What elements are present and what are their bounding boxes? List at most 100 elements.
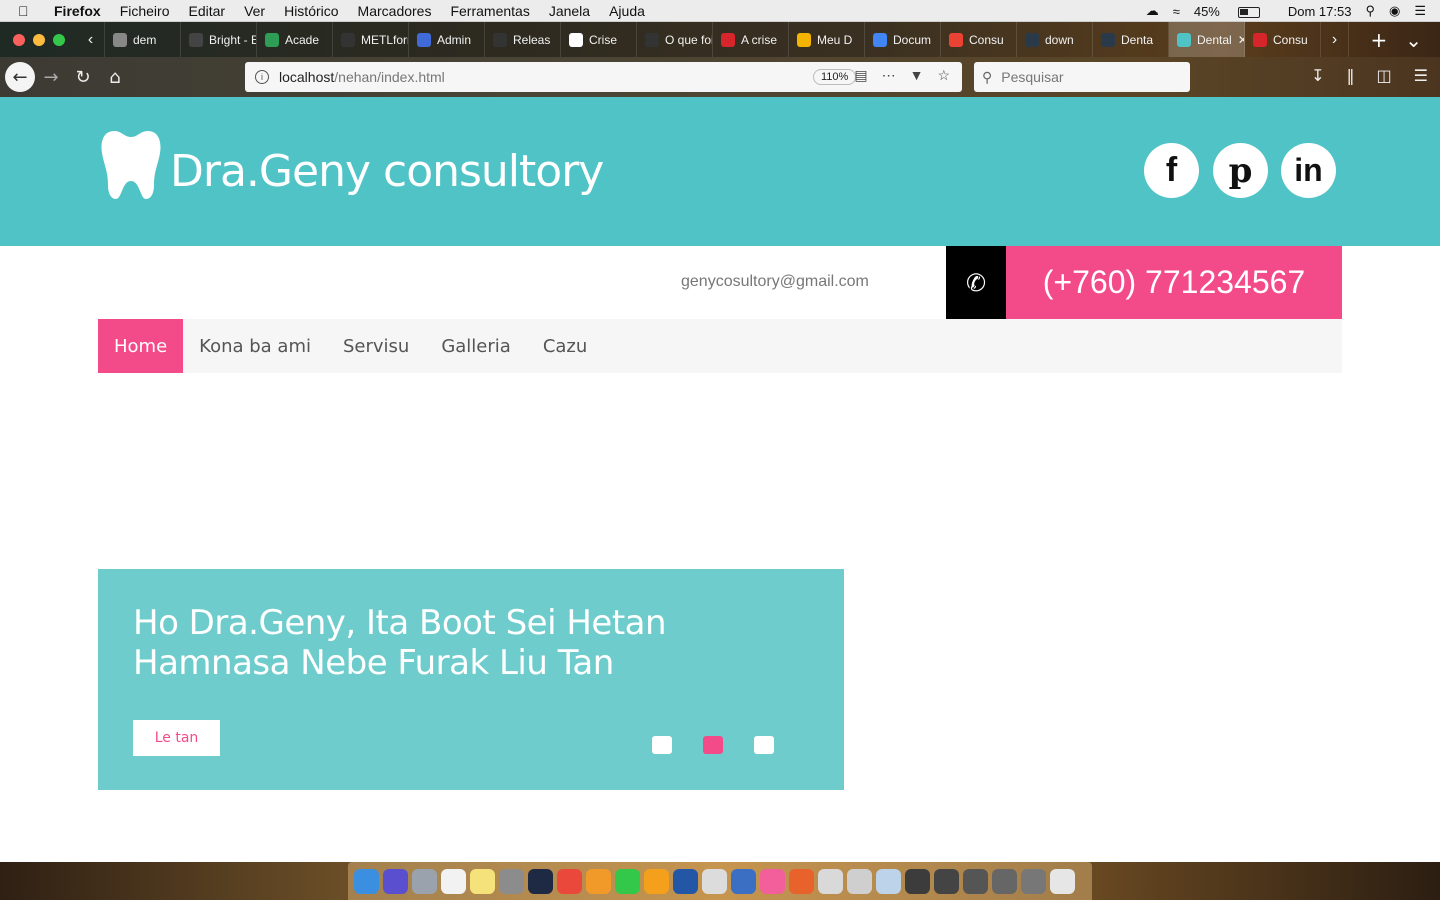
tabs-scroll-left-icon[interactable]: ‹ [77,22,105,57]
clock[interactable]: Dom 17:53 [1288,4,1352,19]
bitbucket-icon[interactable] [528,868,553,894]
browser-tab[interactable]: Dental ✕ [1169,22,1245,57]
battery-status[interactable]: 45% [1194,4,1274,19]
screenshot-3-icon[interactable] [963,868,988,894]
siri-icon[interactable]: ◉ [1389,3,1400,19]
vlc-icon[interactable] [644,868,669,894]
tab-favicon-icon [189,32,203,47]
menu-item-tools[interactable]: Ferramentas [450,3,529,19]
finder-icon[interactable] [354,868,379,894]
search-bar[interactable]: ⚲ Pesquisar [974,62,1190,92]
mysql-workbench-icon[interactable] [673,868,698,894]
menu-item-file[interactable]: Ficheiro [120,3,170,19]
browser-tab[interactable]: Consu [941,22,1017,57]
zoom-indicator[interactable]: 110% [813,69,857,85]
menu-item-help[interactable]: Ajuda [609,3,645,19]
spotlight-icon[interactable]: ⚲ [1365,3,1375,19]
slider-dot-3[interactable] [754,736,774,754]
reload-button[interactable]: ↻ [67,61,99,93]
nav-item-gallery[interactable]: Galleria [425,319,527,373]
read-more-button[interactable]: Le tan [133,720,220,756]
browser-tab[interactable]: O que foi [637,22,713,57]
calendar-icon[interactable] [441,868,466,894]
close-window-icon[interactable] [13,33,25,46]
browser-tab[interactable]: down [1017,22,1093,57]
itunes-icon[interactable] [760,868,785,894]
site-logo[interactable]: Dra.Geny consultory [100,129,604,201]
browser-tab[interactable]: Consu [1245,22,1321,57]
document-icon[interactable] [818,868,843,894]
browser-tab[interactable]: Crise [561,22,637,57]
sublime-text-icon[interactable] [586,868,611,894]
browser-tab[interactable]: Meu D [789,22,865,57]
nav-item-cases[interactable]: Cazu [527,319,603,373]
network-app-icon[interactable] [731,868,756,894]
minimize-window-icon[interactable] [33,33,45,46]
browser-tab[interactable]: Acade [257,22,333,57]
tab-list-chevron-icon[interactable]: ⌄ [1405,28,1422,52]
screenshot-4-icon[interactable] [992,868,1017,894]
back-button[interactable]: ← [5,62,35,92]
forward-button[interactable]: → [35,61,67,93]
reader-view-icon[interactable]: ▤ [854,67,867,84]
contact-phone[interactable]: (+760) 771234567 [1006,246,1342,319]
nav-item-about[interactable]: Kona ba ami [183,319,327,373]
launchpad-icon[interactable] [412,868,437,894]
tooth-app-icon[interactable] [702,868,727,894]
slider-dot-1[interactable] [652,736,672,754]
green-app-icon[interactable] [615,868,640,894]
browser-tab[interactable]: A crise [713,22,789,57]
bookmark-star-icon[interactable]: ☆ [937,67,950,84]
site-info-icon[interactable]: i [255,70,269,84]
siri-dock-icon[interactable] [383,868,408,894]
url-bar-actions: ▤ ⋯ ▼ ☆ [854,67,950,84]
preview-icon[interactable] [847,868,872,894]
new-tab-icon[interactable]: + [1370,28,1387,52]
home-button[interactable]: ⌂ [99,61,131,93]
chrome-icon[interactable] [557,868,582,894]
library-icon[interactable]: ‖ [1347,66,1355,85]
pocket-icon[interactable]: ▼ [910,67,924,84]
hamburger-menu-icon[interactable]: ☰ [1414,66,1428,85]
menu-item-bookmarks[interactable]: Marcadores [358,3,432,19]
browser-tab[interactable]: Docum [865,22,941,57]
menu-item-edit[interactable]: Editar [188,3,225,19]
menu-item-window[interactable]: Janela [549,3,590,19]
sidebar-icon[interactable]: ◫ [1377,66,1392,85]
menu-app-name[interactable]: Firefox [54,3,101,19]
trash-icon[interactable] [1050,868,1075,894]
page-actions-icon[interactable]: ⋯ [882,67,896,84]
slider-dot-2[interactable] [703,736,723,754]
cloud-icon[interactable]: ☁ [1146,3,1159,19]
browser-tab[interactable]: Denta [1093,22,1169,57]
screenshot-2-icon[interactable] [934,868,959,894]
site-header: Dra.Geny consultory f p in [0,97,1440,246]
downloads-icon[interactable]: ↧ [1311,66,1324,85]
screenshot-icon[interactable] [905,868,930,894]
menu-item-history[interactable]: Histórico [284,3,338,19]
zoom-window-icon[interactable] [53,33,65,46]
url-bar[interactable]: i localhost/nehan/index.html 110% ▤ ⋯ ▼ … [245,62,962,92]
system-preferences-icon[interactable] [499,868,524,894]
browser-tab[interactable]: dem [105,22,181,57]
file-icon[interactable] [876,868,901,894]
browser-tab[interactable]: Bright - Ed [181,22,257,57]
notes-icon[interactable] [470,868,495,894]
browser-tab[interactable]: Admin [409,22,485,57]
nav-item-services[interactable]: Servisu [327,319,425,373]
facebook-icon[interactable]: f [1144,143,1199,198]
notification-center-icon[interactable]: ☰ [1414,3,1426,19]
tabs-scroll-right-icon[interactable]: › [1321,22,1349,57]
linkedin-icon[interactable]: in [1281,143,1336,198]
nav-item-home[interactable]: Home [98,319,184,373]
browser-tab[interactable]: Releas [485,22,561,57]
menu-item-view[interactable]: Ver [244,3,265,19]
firefox-icon[interactable] [789,868,814,894]
close-tab-icon[interactable]: ✕ [1238,33,1244,47]
wifi-icon[interactable]: ≈ [1173,4,1180,19]
screenshot-5-icon[interactable] [1021,868,1046,894]
browser-tab[interactable]: METLform [333,22,409,57]
pinterest-icon[interactable]: p [1213,143,1268,198]
apple-icon[interactable]:  [18,3,38,19]
contact-email[interactable]: genycosultory@gmail.com [681,273,869,291]
